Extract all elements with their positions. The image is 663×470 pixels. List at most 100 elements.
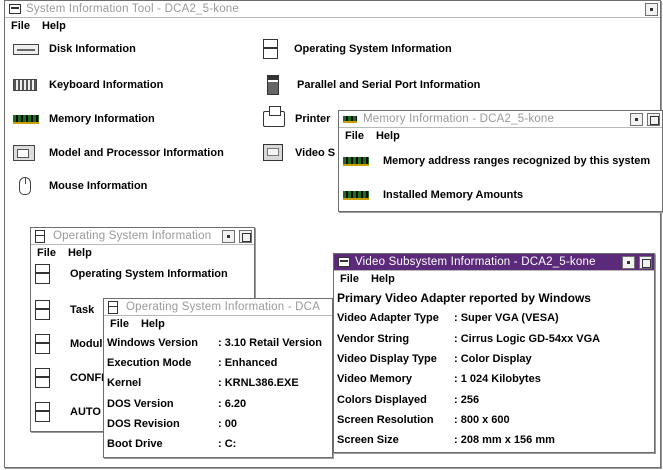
os-information-label: Operating System Information	[294, 43, 452, 55]
info-value: : 208 mm x 156 mm	[454, 434, 555, 446]
model-processor-item[interactable]: Model and Processor Information	[13, 145, 224, 161]
main-menubar: File Help	[5, 18, 660, 33]
installed-memory-label: Installed Memory Amounts	[383, 189, 524, 201]
minimize-button[interactable]	[645, 2, 658, 16]
port-information-item[interactable]: Parallel and Serial Port Information	[267, 75, 480, 95]
menu-help[interactable]: Help	[371, 273, 395, 285]
info-row: Colors Displayed: 256	[337, 394, 479, 406]
memory-information-item[interactable]: Memory Information	[13, 113, 155, 125]
memory-icon	[343, 156, 369, 166]
minimize-button[interactable]	[622, 255, 635, 269]
video-window: Video Subsystem Information - DCA2_5-kon…	[333, 253, 655, 453]
info-value: : 1 024 Kilobytes	[454, 373, 541, 385]
memory-icon	[343, 190, 369, 200]
main-titlebar[interactable]: System Information Tool - DCA2_5-kone	[5, 1, 660, 18]
os-list-item[interactable]: AUTO	[35, 402, 101, 422]
os-detail-window-title: Operating System Information - DCA	[126, 301, 321, 313]
info-key: Screen Resolution	[337, 414, 434, 426]
video-titlebar[interactable]: Video Subsystem Information - DCA2_5-kon…	[334, 254, 654, 271]
system-menu-icon[interactable]	[9, 4, 21, 14]
os-information-item[interactable]: Operating System Information	[263, 39, 452, 59]
info-row: Execution Mode : Enhanced	[107, 357, 277, 369]
info-row: Windows Version : 3.10 Retail Version	[107, 337, 322, 349]
info-key: Video Memory	[337, 373, 412, 385]
menu-file[interactable]: File	[110, 318, 129, 330]
menu-file[interactable]: File	[340, 273, 359, 285]
printer-information-label: Printer	[295, 113, 331, 125]
maximize-button[interactable]	[239, 229, 252, 243]
info-row: Screen Resolution: 800 x 600	[337, 414, 510, 426]
os-list-item-label: CONFI	[70, 372, 105, 384]
maximize-button[interactable]	[639, 255, 652, 269]
port-information-label: Parallel and Serial Port Information	[297, 79, 481, 91]
memory-ranges-label: Memory address ranges recognized by this…	[383, 155, 651, 167]
mouse-information-item[interactable]: Mouse Information	[19, 177, 147, 195]
info-value: : Super VGA (VESA)	[454, 312, 559, 324]
printer-icon	[263, 106, 285, 127]
menu-help[interactable]: Help	[68, 247, 92, 259]
info-key: Windows Version	[107, 337, 198, 349]
info-key: Execution Mode	[107, 357, 192, 369]
os-list-item[interactable]: Operating System Information	[35, 264, 228, 284]
computer-icon	[13, 145, 35, 161]
os-list-item[interactable]: CONFI	[35, 368, 104, 388]
video-information-label: Video S	[295, 146, 336, 159]
os-list-item-label: Operating System Information	[70, 268, 228, 280]
maximize-button[interactable]	[647, 112, 660, 126]
os-detail-titlebar[interactable]: Operating System Information - DCA	[104, 299, 332, 316]
disk-information-item[interactable]: Disk Information	[13, 43, 136, 55]
menu-file[interactable]: File	[37, 247, 56, 259]
info-key: DOS Version	[107, 398, 174, 410]
info-value: : KRNL386.EXE	[218, 377, 299, 389]
info-row: Kernel : KRNL386.EXE	[107, 377, 299, 389]
info-key: Vendor String	[337, 333, 410, 345]
monitor-icon	[263, 144, 283, 161]
os-list-item-label: AUTO	[70, 406, 101, 418]
os-titlebar[interactable]: Operating System Information	[31, 228, 254, 245]
keyboard-information-label: Keyboard Information	[49, 79, 164, 91]
info-row: Video Display Type: Color Display	[337, 353, 532, 365]
keyboard-icon	[13, 79, 37, 91]
os-detail-window: Operating System Information - DCA File …	[103, 298, 333, 458]
info-row: Video Memory : 1 024 Kilobytes	[337, 373, 541, 385]
info-row: DOS Version: 6.20	[107, 398, 246, 410]
menu-help[interactable]: Help	[42, 20, 66, 32]
minimize-button[interactable]	[630, 112, 643, 126]
os-window-title: Operating System Information	[53, 230, 212, 242]
info-key: Kernel	[107, 377, 142, 389]
info-value: : Enhanced	[218, 357, 278, 369]
mouse-icon	[19, 177, 31, 195]
menu-file[interactable]: File	[345, 130, 364, 142]
os-detail-menubar: File Help	[104, 316, 332, 331]
disk-icon	[13, 43, 39, 55]
menu-help[interactable]: Help	[376, 130, 400, 142]
info-row: Boot Drive: C:	[107, 438, 236, 450]
info-key: Video Adapter Type	[337, 312, 439, 324]
os-list-item[interactable]: Modul	[35, 334, 102, 354]
info-row: Screen Size: 208 mm x 156 mm	[337, 434, 555, 446]
window-icon	[263, 39, 278, 59]
os-list-item-label: Modul	[70, 338, 103, 350]
info-row: Video Adapter Type : Super VGA (VESA)	[337, 312, 559, 324]
memory-ranges-item[interactable]: Memory address ranges recognized by this…	[343, 155, 650, 167]
memory-window: Memory Information - DCA2_5-kone File He…	[338, 110, 663, 212]
memory-information-label: Memory Information	[49, 113, 155, 125]
port-icon	[267, 75, 279, 95]
window-icon	[35, 334, 50, 354]
window-icon	[35, 229, 45, 243]
installed-memory-item[interactable]: Installed Memory Amounts	[343, 189, 523, 201]
system-menu-icon[interactable]	[338, 257, 350, 267]
menu-file[interactable]: File	[11, 20, 30, 32]
printer-information-item[interactable]: Printer	[263, 106, 331, 127]
window-icon	[35, 368, 50, 388]
info-value: : 256	[454, 394, 480, 406]
keyboard-information-item[interactable]: Keyboard Information	[13, 79, 163, 91]
video-information-item[interactable]: Video S	[263, 144, 335, 161]
video-window-title: Video Subsystem Information - DCA2_5-kon…	[355, 256, 596, 268]
info-value: : 00	[218, 418, 237, 430]
menu-help[interactable]: Help	[141, 318, 165, 330]
os-list-item[interactable]: Task	[35, 300, 94, 320]
memory-titlebar[interactable]: Memory Information - DCA2_5-kone	[339, 111, 662, 128]
minimize-button[interactable]	[222, 229, 235, 243]
info-value: : 3.10 Retail Version	[218, 337, 322, 349]
